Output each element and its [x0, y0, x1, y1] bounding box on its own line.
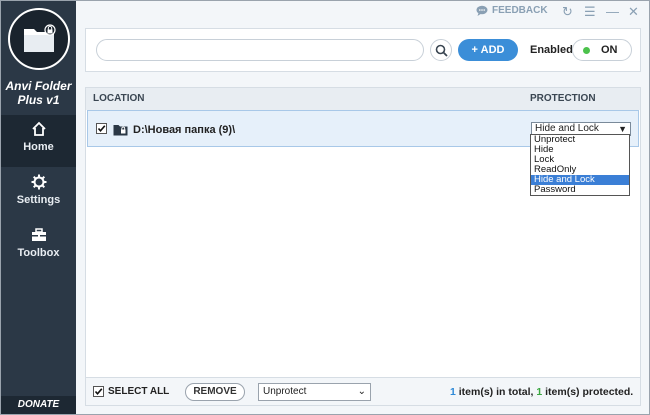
top-toolbar: + ADD Enabled ON	[85, 28, 641, 72]
toggle-label: ON	[601, 44, 618, 56]
app-logo	[8, 8, 70, 70]
remove-button[interactable]: REMOVE	[185, 383, 245, 401]
donate-link[interactable]: DONATE	[1, 396, 76, 414]
checkmark-icon	[97, 125, 106, 133]
dropdown-option-password[interactable]: Password	[531, 185, 629, 195]
sidebar: Anvi Folder Plus v1 Home Settings Toolbo…	[1, 1, 76, 414]
chat-bubble-icon	[476, 5, 488, 16]
locked-folder-icon	[113, 125, 128, 136]
select-all-label: SELECT ALL	[108, 386, 170, 397]
sidebar-item-settings[interactable]: Settings	[1, 168, 76, 220]
enabled-label: Enabled	[530, 44, 573, 56]
chevron-down-icon: ⌄	[357, 386, 366, 397]
select-all-checkbox[interactable]	[93, 386, 104, 397]
search-button[interactable]	[430, 39, 452, 61]
locked-folder-icon	[24, 24, 56, 52]
gear-icon	[31, 174, 46, 190]
sidebar-item-label: Home	[23, 141, 54, 153]
column-protection-method: PROTECTION METHOD	[530, 93, 596, 126]
sidebar-item-label: Settings	[16, 194, 61, 206]
app-name: Anvi Folder Plus v1	[5, 79, 72, 107]
checkmark-icon	[94, 388, 103, 396]
toolbox-icon	[31, 228, 46, 241]
selected-method: Hide and Lock	[535, 123, 599, 134]
protected-items-panel: LOCATION PROTECTION METHOD D:\Новая папк…	[85, 87, 641, 406]
add-button[interactable]: + ADD	[458, 39, 518, 61]
row-checkbox[interactable]	[96, 123, 107, 134]
folder-path: D:\Новая папка (9)\	[133, 124, 236, 136]
protected-text: item(s) protected.	[542, 386, 634, 398]
app-window: Anvi Folder Plus v1 Home Settings Toolbo…	[0, 0, 650, 415]
home-icon	[31, 121, 46, 136]
status-dot	[583, 47, 590, 54]
title-bar: FEEDBACK ↻ ☰ — ✕	[76, 1, 649, 23]
total-text: item(s) in total,	[455, 386, 537, 398]
sidebar-item-label: Toolbox	[17, 247, 60, 259]
column-location: LOCATION	[93, 93, 145, 104]
refresh-icon[interactable]: ↻	[562, 5, 573, 18]
bulk-method-select[interactable]: Unprotect ⌄	[258, 383, 371, 401]
status-summary: 1 item(s) in total, 1 item(s) protected.	[450, 386, 633, 398]
menu-icon[interactable]: ☰	[584, 5, 596, 18]
list-footer: SELECT ALL REMOVE Unprotect ⌄ 1 item(s) …	[86, 377, 640, 405]
sidebar-item-toolbox[interactable]: Toolbox	[1, 221, 76, 273]
protection-method-dropdown: Unprotect Hide Lock ReadOnly Hide and Lo…	[530, 134, 630, 196]
minimize-icon[interactable]: —	[606, 5, 619, 18]
search-icon	[435, 44, 448, 57]
bulk-method-value: Unprotect	[263, 386, 307, 397]
feedback-link[interactable]: FEEDBACK	[476, 5, 548, 16]
sidebar-item-home[interactable]: Home	[1, 115, 76, 167]
feedback-label: FEEDBACK	[492, 5, 548, 16]
close-icon[interactable]: ✕	[628, 5, 639, 18]
enabled-toggle[interactable]: ON	[572, 39, 632, 61]
search-input[interactable]	[96, 39, 424, 61]
